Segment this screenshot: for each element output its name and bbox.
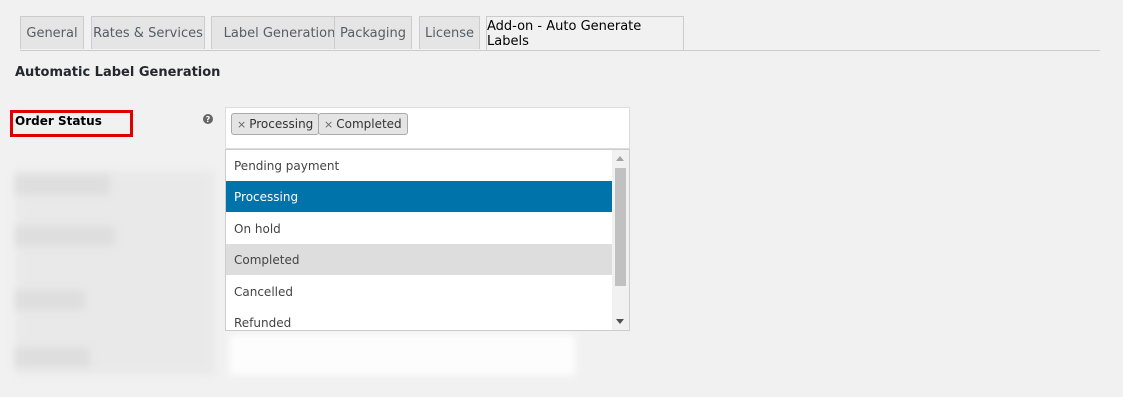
scroll-up-icon[interactable] xyxy=(616,156,624,161)
scroll-thumb[interactable] xyxy=(615,168,626,286)
option-pending-payment[interactable]: Pending payment xyxy=(226,150,613,181)
tab-label-generation[interactable]: Label Generation xyxy=(211,16,348,49)
order-status-dropdown: Pending payment Processing On hold Compl… xyxy=(225,149,630,331)
tab-packaging[interactable]: Packaging xyxy=(334,16,412,49)
chip-label: Processing xyxy=(249,117,314,131)
redacted-field xyxy=(230,335,575,375)
option-completed[interactable]: Completed xyxy=(226,244,613,275)
chip-label: Completed xyxy=(336,117,402,131)
remove-chip-icon[interactable]: × xyxy=(237,118,246,131)
order-status-select[interactable]: × Processing × Completed xyxy=(225,107,630,149)
tab-rates-services[interactable]: Rates & Services xyxy=(91,16,205,49)
option-cancelled[interactable]: Cancelled xyxy=(226,276,613,307)
section-title: Automatic Label Generation xyxy=(15,65,221,80)
tab-license[interactable]: License xyxy=(419,16,480,49)
dropdown-scrollbar[interactable] xyxy=(612,150,629,330)
remove-chip-icon[interactable]: × xyxy=(324,118,333,131)
tab-auto-generate-labels[interactable]: Add-on - Auto Generate Labels xyxy=(486,16,684,50)
option-refunded[interactable]: Refunded xyxy=(226,307,613,330)
redacted-block xyxy=(15,170,215,375)
option-on-hold[interactable]: On hold xyxy=(226,213,613,244)
highlight-annotation-box xyxy=(10,110,133,137)
selected-chip-completed: × Completed xyxy=(318,113,408,135)
selected-chip-processing: × Processing xyxy=(231,113,320,135)
tab-general[interactable]: General xyxy=(20,16,84,49)
scroll-down-icon[interactable] xyxy=(616,319,624,324)
help-icon[interactable]: ? xyxy=(203,114,213,124)
settings-tabs: General Rates & Services Label Generatio… xyxy=(20,16,1100,51)
option-processing[interactable]: Processing xyxy=(226,181,613,212)
